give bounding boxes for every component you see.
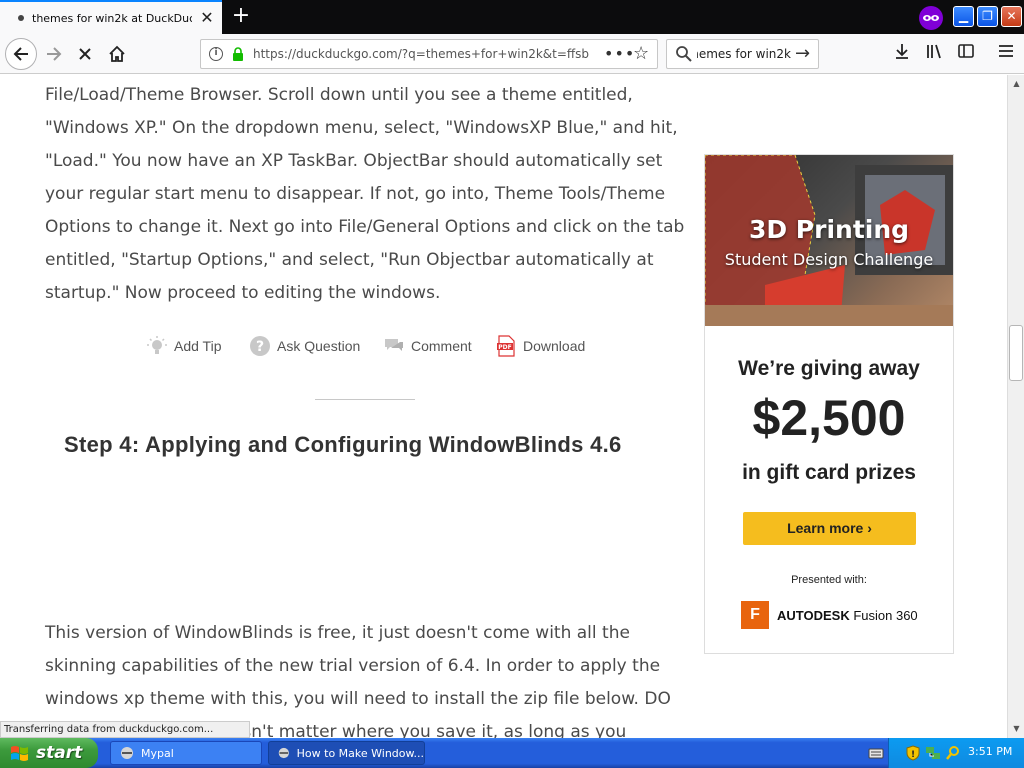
ad-headline: We’re giving away	[738, 357, 920, 380]
comment-icon	[385, 339, 403, 351]
page-actions-icon[interactable]: •••	[604, 44, 635, 63]
mypal-app-icon	[121, 747, 133, 759]
step-actions: Add Tip ? Ask Question Comment PDF Downl…	[0, 335, 700, 363]
sidebar-ad[interactable]: 3D Printing Student Design Challenge We’…	[704, 154, 954, 654]
step-heading: Step 4: Applying and Configuring WindowB…	[64, 432, 622, 457]
ad-hero-subtitle: Student Design Challenge	[724, 250, 934, 269]
comment-button[interactable]: Comment	[383, 335, 472, 357]
close-window-button[interactable]: ✕	[1001, 6, 1022, 27]
new-tab-icon[interactable]: +	[229, 5, 253, 29]
search-go-arrow-icon[interactable]: →	[795, 43, 810, 64]
brand-name: AUTODESK	[777, 607, 850, 623]
navigation-toolbar: i https://duckduckgo.com/?q=themes+for+w…	[0, 34, 1024, 74]
start-button[interactable]: start	[0, 738, 98, 768]
ad-brand: F AUTODESK Fusion 360	[741, 601, 918, 629]
screen: themes for win2k at DuckDuckGo ✕ + ▁ ❐ ✕…	[0, 0, 1024, 768]
pdf-icon: PDF	[497, 335, 515, 357]
question-icon: ?	[250, 336, 270, 356]
keyboard-icon[interactable]	[868, 746, 884, 760]
web-page-content: File/Load/Theme Browser. Scroll down unt…	[0, 75, 1007, 738]
fusion-logo-icon: F	[741, 601, 769, 629]
scrollbar-thumb[interactable]	[1009, 325, 1023, 381]
taskbar-clock[interactable]: 3:51 PM	[968, 745, 1012, 758]
bookmark-star-icon[interactable]: ☆	[633, 43, 649, 64]
svg-text:!: !	[911, 750, 915, 760]
scroll-down-arrow-icon[interactable]: ▼	[1010, 722, 1023, 735]
vertical-scrollbar[interactable]: ▲ ▼	[1007, 75, 1024, 738]
search-bar[interactable]: themes for win2k →	[666, 39, 819, 69]
add-tip-label: Add Tip	[174, 338, 222, 354]
taskbar-item-label: Mypal	[141, 746, 174, 760]
library-icon[interactable]	[922, 42, 946, 66]
back-button[interactable]	[5, 38, 37, 70]
ad-hero-image: 3D Printing Student Design Challenge	[705, 155, 953, 326]
svg-text:?: ?	[256, 339, 264, 355]
search-icon	[676, 46, 692, 62]
tab-title: themes for win2k at DuckDuckGo	[32, 11, 192, 25]
loading-dot-icon	[18, 15, 24, 21]
brand-text: AUTODESK Fusion 360	[777, 608, 918, 623]
restore-window-button[interactable]: ❐	[977, 6, 998, 27]
network-icon[interactable]	[925, 745, 941, 761]
stop-loading-button[interactable]	[71, 40, 99, 68]
url-text: https://duckduckgo.com/?q=themes+for+win…	[253, 47, 590, 61]
browser-app-icon	[278, 747, 289, 759]
forward-button[interactable]	[40, 40, 68, 68]
brand-product: Fusion 360	[853, 607, 918, 623]
learn-more-button[interactable]: Learn more ›	[743, 512, 916, 545]
search-tray-icon[interactable]	[945, 745, 961, 761]
start-label: start	[36, 743, 83, 763]
downloads-icon[interactable]	[890, 42, 914, 66]
browser-tab[interactable]: themes for win2k at DuckDuckGo ✕	[0, 0, 222, 34]
ad-subheadline: in gift card prizes	[742, 461, 916, 484]
close-tab-icon[interactable]: ✕	[199, 10, 215, 26]
taskbar-item-browser[interactable]: How to Make Window...	[268, 741, 425, 765]
lock-icon[interactable]	[232, 47, 244, 61]
home-button[interactable]	[103, 40, 131, 68]
download-button[interactable]: PDF Download	[495, 335, 585, 357]
stop-icon	[79, 48, 91, 60]
home-icon	[109, 45, 125, 62]
ad-presented-with: Presented with:	[791, 574, 867, 586]
ad-prize-amount: $2,500	[752, 390, 906, 446]
lightbulb-icon	[147, 336, 167, 354]
url-bar[interactable]: i https://duckduckgo.com/?q=themes+for+w…	[200, 39, 658, 69]
windows-taskbar: start Mypal How to Make Window... ! 3:51…	[0, 738, 1024, 768]
browser-tab-bar: themes for win2k at DuckDuckGo ✕ + ▁ ❐ ✕	[0, 0, 1024, 34]
taskbar-item-mypal[interactable]: Mypal	[110, 741, 262, 765]
windows-logo-icon	[11, 746, 28, 761]
menu-hamburger-icon[interactable]	[994, 42, 1018, 66]
ad-hero-title: 3D Printing	[748, 215, 910, 244]
private-browsing-icon	[919, 6, 943, 30]
comment-label: Comment	[411, 338, 472, 354]
status-panel: Transferring data from duckduckgo.com...	[0, 721, 250, 738]
site-info-icon[interactable]: i	[209, 47, 223, 61]
svg-text:PDF: PDF	[498, 344, 511, 351]
scroll-up-arrow-icon[interactable]: ▲	[1010, 77, 1023, 90]
back-arrow-icon	[13, 47, 28, 61]
download-label: Download	[523, 338, 586, 354]
taskbar-item-label: How to Make Window...	[296, 746, 424, 760]
article-paragraph: This version of WindowBlinds is free, it…	[45, 623, 671, 738]
search-input[interactable]: themes for win2k	[697, 47, 791, 61]
ask-question-button[interactable]: ? Ask Question	[249, 335, 360, 357]
add-tip-button[interactable]: Add Tip	[146, 335, 221, 357]
minimize-window-button[interactable]: ▁	[953, 6, 974, 27]
forward-arrow-icon	[47, 47, 62, 61]
security-shield-icon[interactable]: !	[905, 745, 921, 761]
ask-question-label: Ask Question	[277, 338, 361, 354]
article-paragraph: File/Load/Theme Browser. Scroll down unt…	[45, 85, 685, 303]
section-divider	[315, 399, 415, 400]
sidebar-icon[interactable]	[954, 42, 978, 66]
